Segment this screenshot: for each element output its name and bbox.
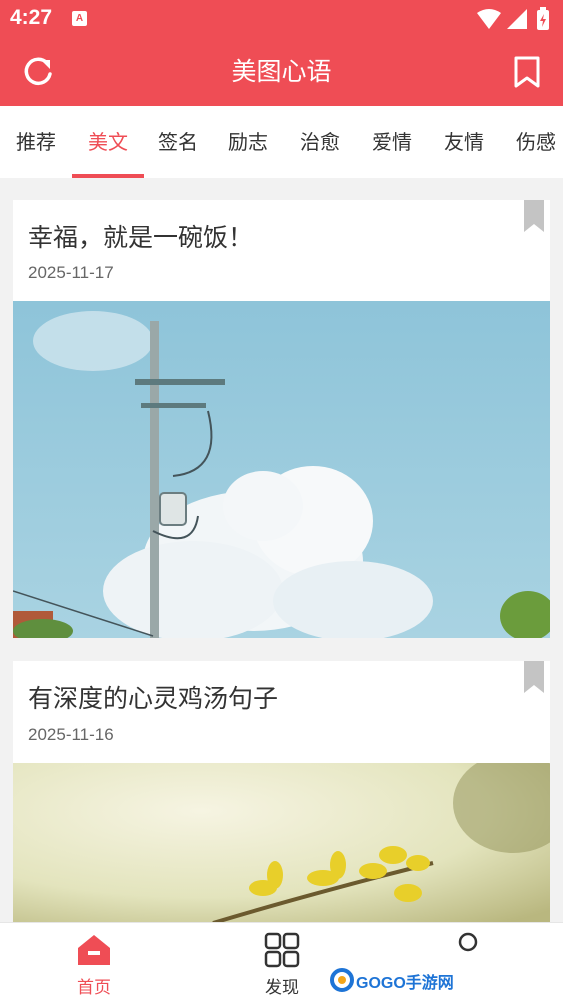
article-image <box>13 301 550 638</box>
status-icons <box>477 7 549 30</box>
nav-discover[interactable]: 发现 <box>222 923 342 1002</box>
article-title: 有深度的心灵鸡汤句子 <box>28 684 279 713</box>
wifi-icon <box>477 9 501 29</box>
home-icon <box>78 935 110 965</box>
tab-recommend[interactable]: 推荐 <box>0 106 72 178</box>
tab-healing[interactable]: 治愈 <box>284 106 356 178</box>
article-image <box>13 763 550 923</box>
bookmark-ribbon-icon[interactable] <box>524 200 544 232</box>
battery-icon <box>537 7 549 30</box>
tab-essay[interactable]: 美文 <box>72 106 144 178</box>
status-bar: 4:27 A <box>0 0 563 38</box>
nav-home[interactable]: 首页 <box>34 923 154 1002</box>
bottom-navigation: 首页 发现 <box>0 922 563 1002</box>
watermark: GOGO手游网 <box>330 966 454 994</box>
active-tab-indicator <box>72 174 144 178</box>
page-title: 美图心语 <box>231 57 332 86</box>
nav-discover-label: 发现 <box>265 978 299 998</box>
top-bar: 4:27 A 美图心语 <box>0 0 563 106</box>
discover-grid-icon <box>264 932 300 968</box>
article-card[interactable]: 有深度的心灵鸡汤句子 2025-11-16 <box>13 661 550 923</box>
tab-friendship[interactable]: 友情 <box>428 106 500 178</box>
article-title: 幸福，就是一碗饭！ <box>28 223 254 252</box>
profile-icon <box>458 932 478 952</box>
app-bar: 美图心语 <box>0 38 563 106</box>
status-time: 4:27 <box>10 6 53 29</box>
article-date: 2025-11-16 <box>28 725 114 744</box>
tab-love[interactable]: 爱情 <box>356 106 428 178</box>
article-date: 2025-11-17 <box>28 263 114 282</box>
signal-icon <box>507 9 527 29</box>
category-tabs: 推荐 美文 签名 励志 治愈 爱情 友情 伤感 <box>0 106 563 178</box>
tab-signature[interactable]: 签名 <box>142 106 214 178</box>
tab-inspiration[interactable]: 励志 <box>212 106 284 178</box>
notification-icon: A <box>72 11 87 26</box>
watermark-text: GOGO手游网 <box>356 975 454 992</box>
tab-sad[interactable]: 伤感 <box>500 106 563 178</box>
bookmark-icon[interactable] <box>509 54 545 90</box>
nav-home-label: 首页 <box>77 978 111 998</box>
watermark-logo-icon <box>330 968 354 992</box>
bookmark-ribbon-icon[interactable] <box>524 661 544 693</box>
article-card[interactable]: 幸福，就是一碗饭！ 2025-11-17 <box>13 200 550 638</box>
